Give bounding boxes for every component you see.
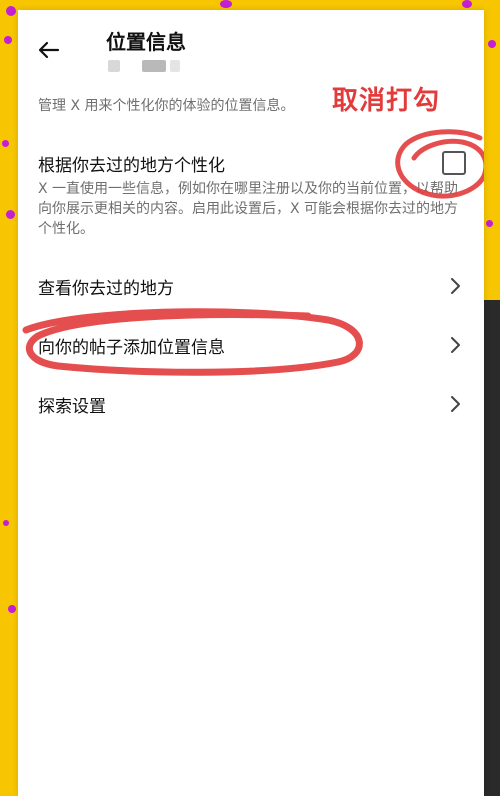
intro-text: 管理 X 用来个性化你的体验的位置信息。	[38, 98, 295, 114]
personalize-checkbox[interactable]	[442, 151, 466, 175]
redacted-block	[170, 60, 180, 72]
arrow-left-icon	[38, 41, 60, 59]
personalize-setting-title: 根据你去过的地方个性化	[38, 156, 225, 176]
annotation-text: 取消打勾	[332, 86, 441, 116]
back-button[interactable]	[36, 38, 62, 62]
menu-item-label: 向你的帖子添加位置信息	[38, 338, 225, 358]
chevron-right-icon	[451, 337, 460, 353]
redacted-block	[108, 60, 120, 72]
page-title: 位置信息	[106, 30, 186, 54]
chevron-right-icon	[451, 396, 460, 412]
redacted-block	[142, 60, 166, 72]
chevron-right-icon	[451, 278, 460, 294]
menu-item-explore-settings[interactable]: 探索设置	[18, 384, 484, 424]
menu-item-places-visited[interactable]: 查看你去过的地方	[18, 266, 484, 306]
location-settings-panel: 位置信息 管理 X 用来个性化你的体验的位置信息。 取消打勾 根据你去过的地方个…	[18, 10, 484, 796]
decor-dot	[462, 0, 472, 8]
menu-item-add-location-to-posts[interactable]: 向你的帖子添加位置信息	[18, 325, 484, 365]
menu-item-label: 查看你去过的地方	[38, 279, 174, 299]
decor-dot	[6, 6, 16, 16]
decor-dot	[6, 210, 15, 219]
decor-dot	[220, 0, 232, 8]
decor-dot	[486, 220, 493, 227]
decor-dot	[8, 605, 16, 613]
decor-dot	[4, 36, 12, 44]
personalize-setting-description: X 一直使用一些信息，例如你在哪里注册以及你的当前位置，以帮助向你展示更相关的内…	[38, 181, 459, 237]
decor-dot	[2, 140, 9, 147]
decor-dot	[3, 520, 9, 526]
decor-dot	[488, 40, 496, 48]
menu-item-label: 探索设置	[38, 397, 106, 417]
